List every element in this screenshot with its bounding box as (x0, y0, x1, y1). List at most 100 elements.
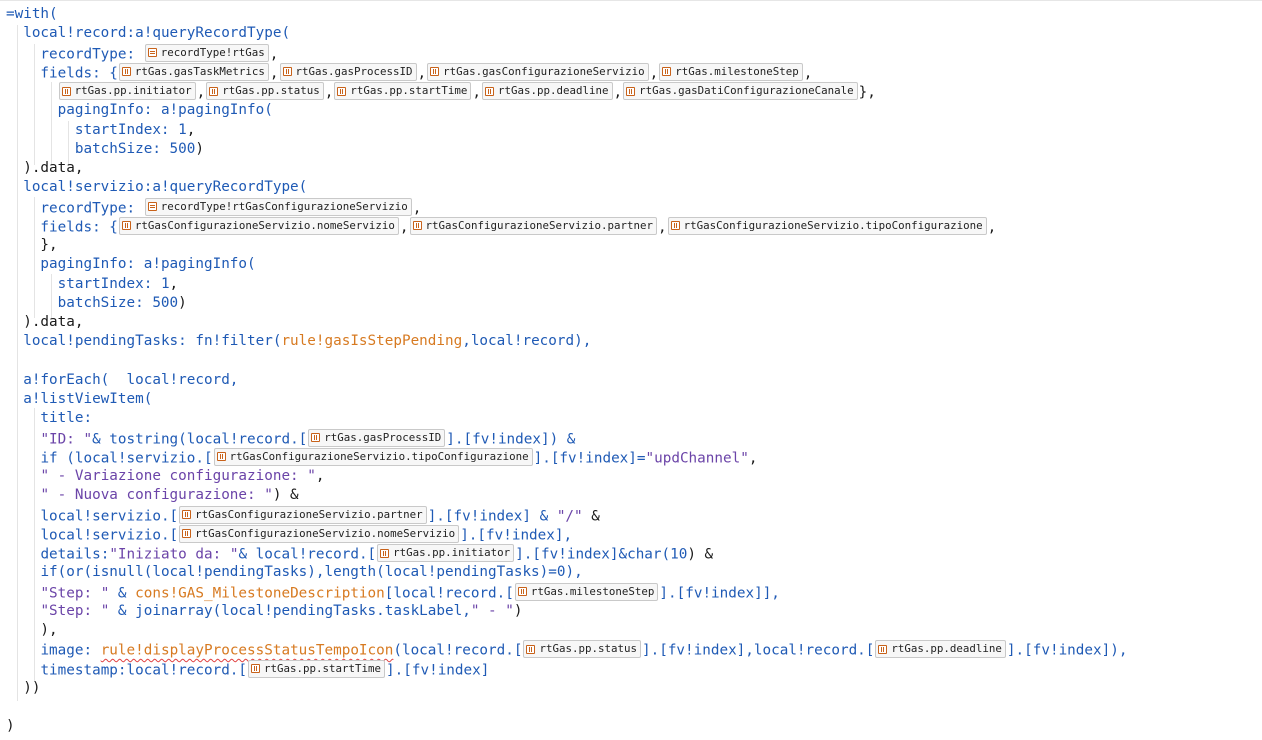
record-field-token[interactable]: rtGas.pp.deadline (482, 82, 613, 100)
code-text: a!pagingInfo( (160, 102, 273, 119)
record-field-token[interactable]: rtGas.pp.initiator (58, 82, 196, 100)
code-text: , (412, 200, 422, 216)
code-line[interactable]: image: rule!displayProcessStatusTempoIco… (6, 640, 1127, 659)
code-line[interactable]: " - Variazione configurazione: ", (6, 467, 325, 486)
token-label: rtGasConfigurazioneServizio.partner (195, 507, 423, 521)
code-line[interactable]: recordType: recordType!rtGasConfigurazio… (6, 197, 422, 217)
code-text: startIndex: (6, 275, 161, 292)
code-text: a!forEach( local!record, (23, 371, 239, 388)
record-field-token[interactable]: rtGasConfigurazioneServizio.tipoConfigur… (667, 216, 987, 235)
code-line[interactable]: pagingInfo: a!pagingInfo( (6, 101, 273, 120)
token-label: rtGasConfigurazioneServizio.nomeServizio (195, 526, 456, 540)
code-text: local!pendingTasks: fn!filter( (23, 333, 282, 350)
code-line[interactable]: local!record:a!queryRecordType( (6, 24, 290, 43)
code-text: ).data, (6, 314, 84, 330)
code-line[interactable]: " - Nuova configurazione: ") & (6, 486, 298, 505)
record-field-token[interactable]: rtGasConfigurazioneServizio.partner (409, 216, 658, 235)
code-line[interactable]: ).data, (6, 159, 83, 178)
code-text: , (169, 275, 179, 292)
code-line[interactable]: "Step: " & joinarray(local!pendingTasks.… (6, 602, 522, 621)
code-line[interactable]: fields: {rtGasConfigurazioneServizio.nom… (6, 216, 997, 236)
record-field-token[interactable]: rtGasConfigurazioneServizio.tipoConfigur… (213, 447, 533, 466)
token-label: rtGas.pp.status (539, 642, 637, 656)
code-line[interactable]: )) (6, 679, 40, 698)
record-field-token[interactable]: rtGas.gasDatiConfigurazioneCanale (623, 82, 858, 100)
code-line[interactable]: =with( (6, 5, 58, 24)
record-field-token[interactable]: rtGas.pp.startTime (334, 82, 472, 100)
code-line[interactable]: batchSize: 500) (6, 140, 204, 159)
code-text: , (987, 219, 997, 236)
code-line[interactable]: recordType: recordType!rtGas, (6, 43, 278, 63)
code-text: , (186, 121, 196, 138)
record-field-icon (526, 644, 536, 654)
code-line[interactable]: rtGas.pp.initiator, rtGas.pp.status, rtGas… (6, 82, 876, 101)
record-field-token[interactable]: rtGas.pp.startTime (248, 659, 386, 678)
record-field-token[interactable]: rtGasConfigurazioneServizio.nomeServizio (179, 524, 460, 543)
token-label: rtGas.milestoneStep (675, 64, 799, 78)
record-field-token[interactable]: rtGas.gasProcessID (279, 62, 417, 81)
code-line[interactable]: if (local!servizio.[rtGasConfigurazioneS… (6, 447, 757, 467)
code-text: local!record:a!queryRecordType( (23, 25, 291, 42)
record-field-token[interactable]: rtGas.pp.deadline (875, 640, 1006, 659)
code-text: ) (513, 602, 523, 619)
code-text: ].[fv!index]], (659, 585, 780, 601)
record-field-token[interactable]: rtGasConfigurazioneServizio.partner (179, 505, 427, 524)
record-field-token[interactable]: rtGas.milestoneStep (514, 582, 659, 601)
code-line[interactable]: batchSize: 500) (6, 294, 187, 313)
code-line[interactable]: }, (6, 236, 57, 255)
code-line[interactable]: local!servizio:a!queryRecordType( (6, 178, 307, 197)
code-line[interactable]: a!listViewItem( (6, 390, 152, 409)
record-type-icon (147, 202, 157, 211)
code-editor[interactable]: =with( local!record:a!queryRecordType( r… (0, 0, 1262, 740)
code-line[interactable]: local!pendingTasks: fn!filter(rule!gasIs… (6, 332, 591, 351)
record-field-token[interactable]: rtGas.pp.initiator (377, 544, 515, 562)
token-label: recordType!rtGasConfigurazioneServizio (160, 199, 408, 213)
code-line[interactable]: pagingInfo: a!pagingInfo( (6, 255, 255, 274)
code-text: ].[fv!index] (386, 662, 490, 678)
code-line[interactable]: details:"Iniziato da: "& local!record.[r… (6, 544, 713, 563)
token-label: rtGas.pp.startTime (350, 84, 468, 97)
code-text: ,local!record), (462, 333, 592, 350)
record-field-token[interactable]: rtGas.pp.status (523, 640, 641, 659)
code-text: if (local!servizio.[ (40, 450, 213, 467)
code-text: ).data, (6, 160, 84, 176)
code-line[interactable]: local!servizio.[rtGasConfigurazioneServi… (6, 524, 572, 544)
code-line[interactable]: timestamp:local!record.[rtGas.pp.startTi… (6, 659, 490, 679)
code-line[interactable]: title: (6, 409, 92, 428)
code-line[interactable]: fields: {rtGas.gasTaskMetrics, rtGas.gasP… (6, 62, 812, 82)
code-text: "Iniziato da: " (109, 546, 239, 563)
record-field-token[interactable]: rtGas.gasProcessID (308, 428, 446, 447)
record-field-token[interactable]: recordType!rtGas (144, 43, 269, 62)
record-field-token[interactable]: rtGas.gasConfigurazioneServizio (427, 62, 649, 81)
code-line[interactable]: if(or(isnull(local!pendingTasks),length(… (6, 563, 582, 582)
code-line[interactable]: ) (6, 717, 15, 736)
code-line[interactable]: "Step: " & cons!GAS_MilestoneDescription… (6, 582, 780, 602)
code-text: ) (6, 718, 15, 735)
record-field-token[interactable]: rtGas.pp.status (206, 82, 324, 100)
code-line[interactable]: a!forEach( local!record, (6, 371, 238, 390)
code-line[interactable]: "ID: "& tostring(local!record.[rtGas.gas… (6, 428, 575, 448)
code-text: ) (178, 294, 187, 311)
code-text: ) (195, 140, 204, 157)
code-text: fields: { (6, 65, 118, 82)
code-text: , (315, 468, 325, 484)
record-field-token[interactable]: rtGas.gasTaskMetrics (118, 62, 269, 81)
code-text: , (658, 219, 667, 236)
code-line[interactable]: local!servizio.[rtGasConfigurazioneServi… (6, 505, 600, 525)
record-field-icon (380, 548, 390, 558)
code-text: a!listViewItem( (23, 391, 153, 407)
token-label: rtGas.gasDatiConfigurazioneCanale (639, 84, 854, 97)
code-line[interactable]: ), (6, 621, 58, 640)
record-field-token[interactable]: rtGasConfigurazioneServizio.nomeServizio (118, 216, 399, 235)
code-text: ), (6, 622, 58, 638)
record-field-token[interactable]: rtGas.milestoneStep (659, 62, 803, 81)
code-text: title: (6, 410, 93, 427)
code-line[interactable]: startIndex: 1, (6, 121, 196, 140)
record-field-token[interactable]: recordType!rtGasConfigurazioneServizio (144, 197, 412, 216)
code-line[interactable]: ).data, (6, 313, 83, 332)
code-line[interactable]: startIndex: 1, (6, 275, 179, 294)
